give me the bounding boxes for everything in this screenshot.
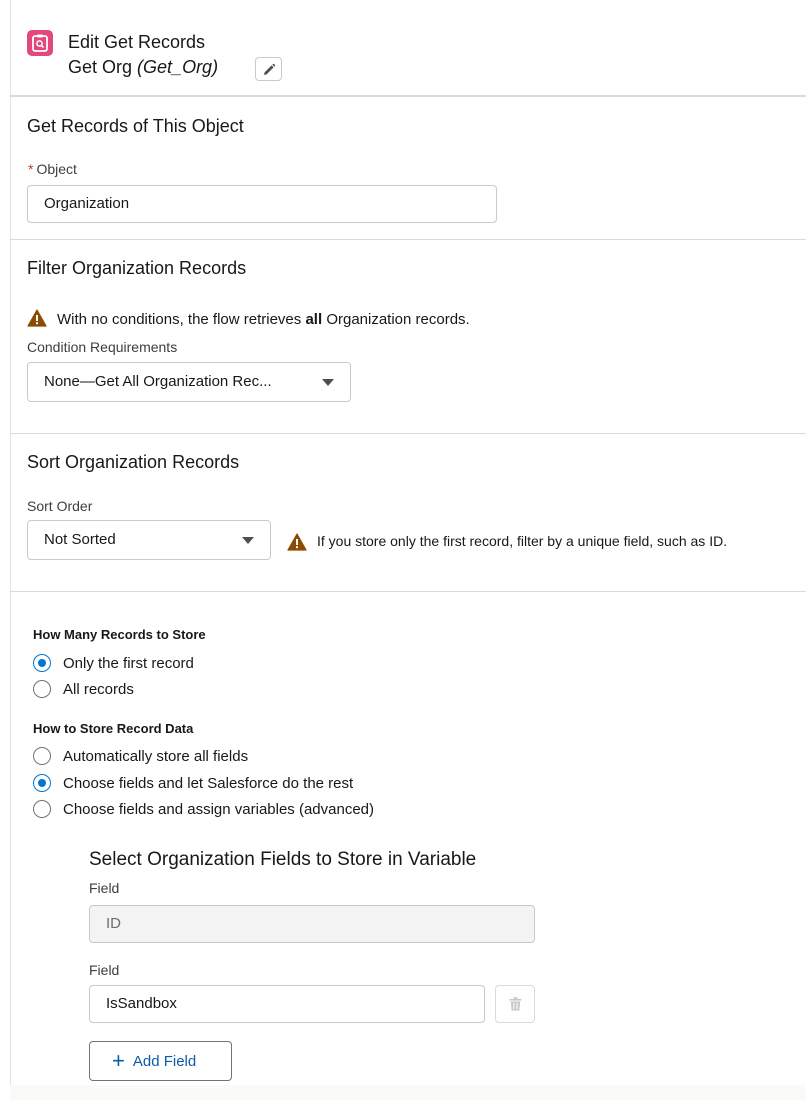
- plus-icon: +: [112, 1048, 125, 1073]
- radio-auto-store-fields[interactable]: Automatically store all fields: [33, 746, 248, 766]
- warning-icon: [287, 533, 307, 551]
- panel-title: Edit Get Records: [68, 32, 206, 52]
- required-indicator: *: [28, 161, 34, 177]
- footer-band: [10, 1085, 806, 1100]
- radio-button[interactable]: [33, 774, 51, 792]
- section-divider: [10, 95, 806, 97]
- field-label: Field: [89, 880, 120, 896]
- chevron-down-icon: [322, 379, 334, 386]
- section-divider: [10, 433, 806, 434]
- pencil-icon: [264, 63, 276, 75]
- panel-header: Edit Get Records Get Org (Get_Org): [10, 0, 806, 95]
- radio-button[interactable]: [33, 654, 51, 672]
- sort-section-title: Sort Organization Records: [27, 452, 240, 472]
- add-field-button[interactable]: + Add Field: [89, 1041, 232, 1081]
- section-divider: [10, 239, 806, 240]
- warning-icon: [27, 309, 47, 327]
- element-name: Get Org (Get_Org): [68, 57, 218, 78]
- object-section-title: Get Records of This Object: [27, 116, 244, 136]
- sort-warning-text: If you store only the first record, filt…: [317, 533, 728, 549]
- object-input[interactable]: Organization: [27, 185, 497, 223]
- delete-field-button[interactable]: [495, 985, 535, 1023]
- element-label: Get Org: [68, 57, 133, 77]
- chevron-down-icon: [242, 537, 254, 544]
- radio-button[interactable]: [33, 747, 51, 765]
- sort-order-label: Sort Order: [27, 498, 93, 514]
- how-many-records-label: How Many Records to Store: [33, 627, 206, 642]
- radio-only-first-record[interactable]: Only the first record: [33, 653, 194, 673]
- trash-icon: [509, 997, 522, 1011]
- radio-choose-fields-salesforce[interactable]: Choose fields and let Salesforce do the …: [33, 773, 353, 793]
- sort-order-select[interactable]: Not Sorted: [27, 520, 271, 560]
- section-divider: [10, 591, 806, 592]
- select-fields-title: Select Organization Fields to Store in V…: [89, 849, 477, 870]
- condition-requirements-label: Condition Requirements: [27, 339, 178, 355]
- no-conditions-warning: With no conditions, the flow retrieves a…: [57, 311, 470, 328]
- condition-requirements-select[interactable]: None—Get All Organization Rec...: [27, 362, 351, 402]
- radio-all-records[interactable]: All records: [33, 679, 134, 699]
- field-input-issandbox[interactable]: IsSandbox: [89, 985, 485, 1023]
- radio-choose-fields-variables[interactable]: Choose fields and assign variables (adva…: [33, 799, 374, 819]
- get-records-icon: [27, 30, 53, 56]
- element-api-name: (Get_Org): [137, 57, 219, 77]
- field-label: Field: [89, 962, 120, 978]
- filter-section-title: Filter Organization Records: [27, 258, 247, 278]
- field-input-id: ID: [89, 905, 535, 943]
- radio-button[interactable]: [33, 800, 51, 818]
- radio-button[interactable]: [33, 680, 51, 698]
- object-label: * Object: [28, 161, 77, 177]
- how-to-store-label: How to Store Record Data: [33, 721, 194, 736]
- left-border: [10, 0, 11, 1100]
- edit-element-button[interactable]: [255, 57, 282, 81]
